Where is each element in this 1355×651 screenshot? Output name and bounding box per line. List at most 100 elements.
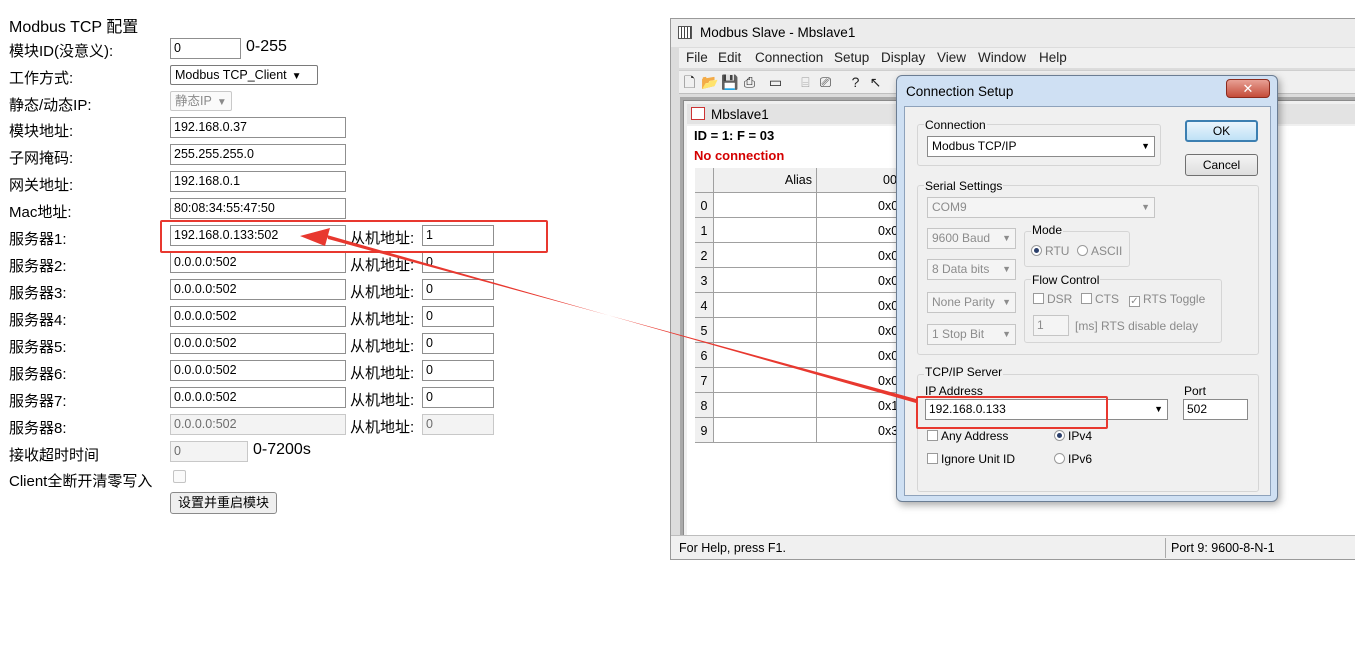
alias-cell[interactable] [714,393,817,418]
menu-file[interactable]: File [686,50,708,65]
alias-cell[interactable] [714,343,817,368]
timeout-input[interactable]: 0 [170,441,248,462]
dropdown-arrow-icon: ▼ [1002,297,1011,307]
subnet-input[interactable]: 255.255.255.0 [170,144,346,165]
menu-view[interactable]: View [937,50,966,65]
alias-cell[interactable] [714,318,817,343]
alias-cell[interactable] [714,293,817,318]
server-5-slave-input[interactable]: 0 [422,333,494,354]
alias-cell[interactable] [714,368,817,393]
ip-mode-value: 静态IP [175,94,212,108]
baud-select[interactable]: 9600 Baud ▼ [927,228,1016,249]
dialog-client: Connection Modbus TCP/IP ▼ OK Cancel Seri… [904,106,1271,496]
ipv4-radio[interactable]: IPv4 [1054,429,1092,443]
port-input[interactable]: 502 [1183,399,1248,420]
work-mode-select[interactable]: Modbus TCP_Client ▼ [170,65,318,85]
server-7-slave-input[interactable]: 0 [422,387,494,408]
server-3-input[interactable]: 0.0.0.0:502 [170,279,346,300]
ip-mode-select[interactable]: 静态IP ▼ [170,91,232,111]
flow-rts-checkbox[interactable]: ✓ RTS Toggle [1129,292,1205,307]
menu-display[interactable]: Display [881,50,925,65]
new-file-icon[interactable]: 🗋 [681,74,698,91]
server-4-slave-input[interactable]: 0 [422,306,494,327]
mode-rtu-radio[interactable]: RTU [1031,244,1069,258]
connection-select[interactable]: Modbus TCP/IP ▼ [927,136,1155,157]
server-7-input[interactable]: 0.0.0.0:502 [170,387,346,408]
com-port-select[interactable]: COM9 ▼ [927,197,1155,218]
alias-cell[interactable] [714,218,817,243]
close-button[interactable]: ✕ [1226,79,1270,98]
ipv6-radio[interactable]: IPv6 [1054,452,1092,466]
server-6-input[interactable]: 0.0.0.0:502 [170,360,346,381]
any-address-checkbox[interactable]: Any Address [927,429,1008,443]
gateway-row: 网关地址: [9,172,169,194]
mac-input[interactable]: 80:08:34:55:47:50 [170,198,346,219]
server-8-input[interactable]: 0.0.0.0:502 [170,414,346,435]
disconnect-icon[interactable]: ⎚ [817,74,834,91]
databits-select[interactable]: 8 Data bits ▼ [927,259,1016,280]
module-id-input[interactable]: 0 [170,38,241,59]
flow-cts-checkbox[interactable]: CTS [1081,292,1119,306]
connection-status: No connection [694,148,785,163]
server-2-input[interactable]: 0.0.0.0:502 [170,252,346,273]
subnet-label: 子网掩码: [9,150,74,167]
server-2-row: 服务器2: [9,253,169,275]
server-3-slave-input[interactable]: 0 [422,279,494,300]
status-port-info: Port 9: 9600-8-N-1 [1171,541,1275,555]
context-help-icon[interactable]: ↖ [867,74,884,91]
ip-mode-row: 静态/动态IP: [9,92,169,114]
print-icon[interactable]: ⎙ [741,74,758,91]
form-title: Modbus TCP 配置 [9,19,139,36]
alias-cell[interactable] [714,268,817,293]
serial-settings-label: Serial Settings [924,179,1004,193]
server-2-slave-input[interactable]: 0 [422,252,494,273]
window-icon[interactable]: ▭ [767,74,784,91]
server-7-row: 服务器7: [9,388,169,410]
work-mode-row: 工作方式: [9,65,169,87]
server-3-row: 服务器3: [9,280,169,302]
server-8-slave-input[interactable]: 0 [422,414,494,435]
alias-cell[interactable] [714,418,817,443]
rts-delay-input[interactable]: 1 [1033,315,1069,336]
server-8-row: 服务器8: [9,415,169,437]
server-2-slave-label: 从机地址: [350,257,415,274]
server-4-input[interactable]: 0.0.0.0:502 [170,306,346,327]
stopbit-value: 1 Stop Bit [932,327,985,341]
stopbit-select[interactable]: 1 Stop Bit ▼ [927,324,1016,345]
alias-cell[interactable] [714,243,817,268]
ignore-unit-label: Ignore Unit ID [941,452,1016,466]
alias-header: Alias [714,168,817,193]
save-restart-button[interactable]: 设置并重启模块 [170,492,278,514]
menu-edit[interactable]: Edit [718,50,741,65]
mac-label: Mac地址: [9,204,72,221]
gateway-input[interactable]: 192.168.0.1 [170,171,346,192]
checkbox-icon [1033,293,1044,304]
server-5-input[interactable]: 0.0.0.0:502 [170,333,346,354]
cancel-button[interactable]: Cancel [1185,154,1258,176]
open-folder-icon[interactable]: 📂 [701,74,718,91]
connect-icon[interactable]: ⌸ [797,74,814,91]
menu-window[interactable]: Window [978,50,1026,65]
row-number: 8 [695,393,714,418]
alias-cell[interactable] [714,193,817,218]
server-4-label: 服务器4: [9,312,67,329]
module-addr-input[interactable]: 192.168.0.37 [170,117,346,138]
modbus-tcp-config-form: Modbus TCP 配置 模块ID(没意义): 0 0-255 工作方式: M… [0,0,600,520]
window-title: Modbus Slave - Mbslave1 [700,25,856,40]
ignore-unit-checkbox[interactable]: Ignore Unit ID [927,452,1015,466]
mode-ascii-radio[interactable]: ASCII [1077,244,1122,258]
server-1-row: 服务器1: [9,226,169,248]
menu-connection[interactable]: Connection [755,50,823,65]
menu-setup[interactable]: Setup [834,50,869,65]
help-icon[interactable]: ? [847,74,864,91]
save-icon[interactable]: 💾 [721,74,738,91]
flow-dsr-checkbox[interactable]: DSR [1033,292,1072,306]
parity-select[interactable]: None Parity ▼ [927,292,1016,313]
connection-label: Connection [924,118,987,132]
ok-button[interactable]: OK [1185,120,1258,142]
client-clear-checkbox[interactable] [173,470,186,483]
menu-help[interactable]: Help [1039,50,1067,65]
server-6-slave-input[interactable]: 0 [422,360,494,381]
timeout-range: 0-7200s [253,441,311,458]
dropdown-arrow-icon: ▼ [1154,404,1163,414]
